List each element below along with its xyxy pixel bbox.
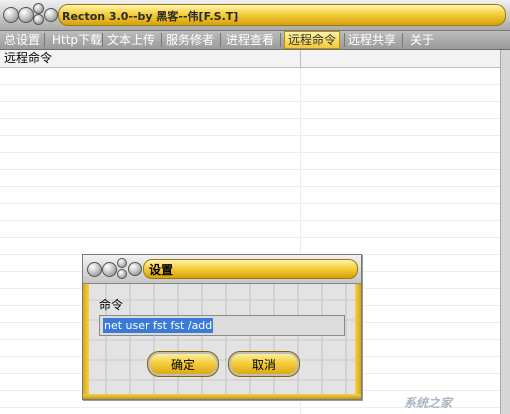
minimize-ball-icon[interactable]	[18, 7, 34, 23]
menu-bar: 总设置 Http下载 文本上传 服务修者 进程查看 远程命令 远程共享 关于	[0, 31, 510, 50]
menu-separator	[102, 33, 103, 47]
list-header: 远程命令	[0, 50, 500, 68]
dialog-small-ball-icon[interactable]	[117, 258, 127, 268]
dialog-menu-ball-icon[interactable]	[128, 262, 142, 276]
dialog-close-ball-icon[interactable]	[87, 262, 102, 277]
dialog-small-ball-icon-2[interactable]	[117, 269, 127, 279]
close-ball-icon[interactable]	[3, 7, 19, 23]
dialog-title-bar: 设置	[83, 255, 361, 284]
menu-separator	[402, 33, 403, 47]
command-input-selected-text[interactable]: net user fst fst /add	[103, 318, 214, 333]
dialog-left-gold-edge	[83, 284, 89, 399]
watermark-logo: 系统之家	[404, 396, 453, 410]
menu-item-remote-share[interactable]: 远程共享	[348, 32, 396, 48]
menu-item-text-upload[interactable]: 文本上传	[107, 32, 155, 48]
tab-remote-command[interactable]: 远程命令	[284, 31, 341, 49]
menu-item-process-view[interactable]: 进程查看	[226, 32, 274, 48]
menu-separator	[44, 33, 45, 47]
title-bar: Recton 3.0--by 黑客--伟[F.S.T]	[0, 0, 510, 31]
window-title: Recton 3.0--by 黑客--伟[F.S.T]	[62, 10, 239, 23]
cancel-button[interactable]: 取消	[228, 351, 300, 377]
ok-button[interactable]: 确定	[147, 351, 219, 377]
column-header-2[interactable]	[301, 50, 305, 67]
dialog-title: 设置	[149, 263, 174, 277]
dialog-minimize-ball-icon[interactable]	[102, 262, 117, 277]
small-ball-icon-2[interactable]	[33, 14, 44, 25]
window-right-edge	[500, 50, 510, 414]
menu-separator	[161, 33, 162, 47]
menu-item-about[interactable]: 关于	[410, 32, 434, 48]
dialog-circuit-background	[83, 284, 361, 399]
small-ball-icon[interactable]	[33, 3, 44, 14]
menu-separator	[280, 33, 281, 47]
menu-separator	[220, 33, 221, 47]
dialog-gold-bar	[143, 259, 358, 279]
column-header-remote-command[interactable]: 远程命令	[0, 50, 52, 67]
menu-separator	[344, 33, 345, 47]
command-input[interactable]: net user fst fst /add	[99, 315, 345, 336]
dialog-bottom-gold-edge	[83, 394, 361, 399]
settings-dialog: 设置 命令 net user fst fst /add 确定 取消	[82, 254, 362, 400]
menu-item-http-download[interactable]: Http下载	[52, 32, 102, 48]
menu-ball-icon[interactable]	[44, 8, 58, 22]
menu-item-general-settings[interactable]: 总设置	[4, 32, 40, 48]
ok-button-label: 确定	[170, 358, 195, 372]
command-label: 命令	[99, 298, 124, 312]
menu-item-services[interactable]: 服务修者	[166, 32, 214, 48]
cancel-button-label: 取消	[251, 358, 276, 372]
dialog-right-gold-edge	[355, 284, 361, 399]
